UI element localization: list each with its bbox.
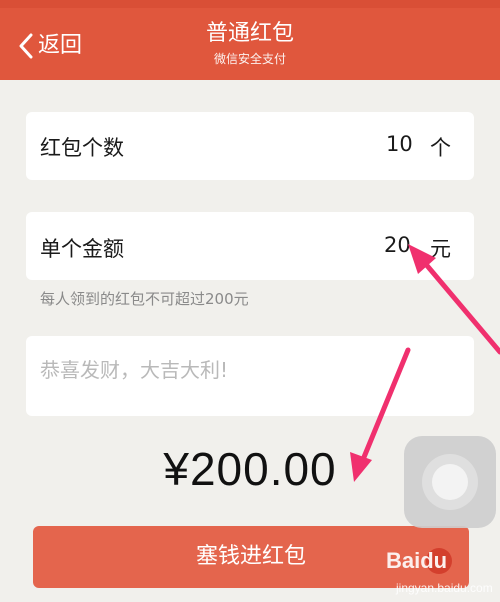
- title-block: 普通红包 微信安全支付: [0, 20, 500, 68]
- watermark-brand: Baidu: [386, 548, 448, 573]
- amount-unit: 元: [430, 237, 451, 261]
- amount-label: 单个金额: [40, 237, 124, 261]
- baidu-watermark: Baidu jingyan.baidu.com: [386, 548, 498, 600]
- page-subtitle: 微信安全支付: [213, 52, 286, 66]
- page-title: 普通红包: [205, 21, 294, 46]
- nav-bar: 返回 普通红包 微信安全支付: [0, 0, 500, 80]
- assistive-touch-inner-ring: [432, 464, 468, 500]
- assistive-touch-icon[interactable]: [404, 436, 496, 528]
- watermark-url: jingyan.baidu.com: [396, 581, 493, 595]
- count-row[interactable]: 红包个数 10 个: [26, 112, 474, 180]
- status-bar: [0, 0, 500, 8]
- amount-row[interactable]: 单个金额 20 元: [26, 212, 474, 280]
- count-label: 红包个数: [40, 136, 124, 160]
- amount-input[interactable]: 20: [384, 233, 411, 257]
- message-field[interactable]: 恭喜发财，大吉大利!: [26, 336, 474, 416]
- count-input[interactable]: 10: [386, 132, 413, 156]
- count-unit: 个: [430, 136, 451, 160]
- limit-note: 每人领到的红包不可超过200元: [40, 290, 249, 308]
- message-placeholder: 恭喜发财，大吉大利!: [40, 358, 229, 382]
